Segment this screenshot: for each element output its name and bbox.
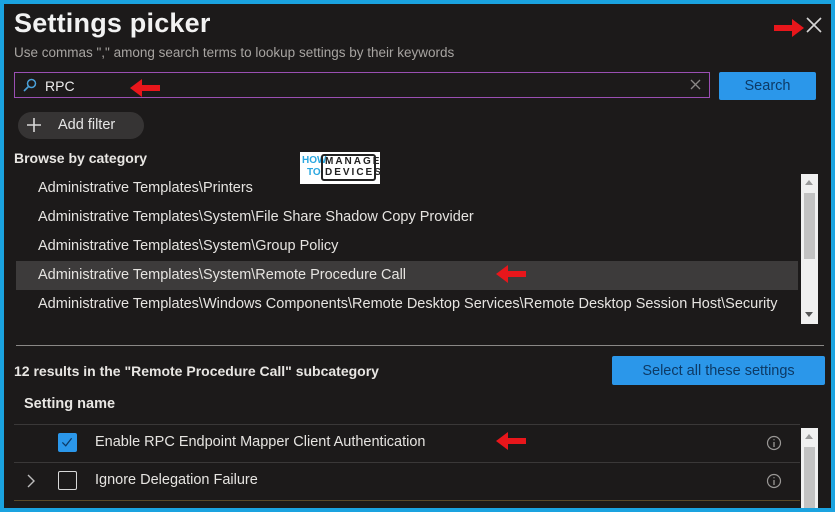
scroll-up-icon[interactable] <box>805 180 813 185</box>
clear-search-icon[interactable] <box>690 79 701 90</box>
scroll-down-icon[interactable] <box>805 312 813 317</box>
info-icon[interactable] <box>766 435 782 451</box>
plus-icon <box>27 118 41 132</box>
category-item[interactable]: Administrative Templates\System\File Sha… <box>16 203 798 232</box>
category-item[interactable]: Administrative Templates\System\Group Po… <box>16 232 798 261</box>
page-subtitle: Use commas "," among search terms to loo… <box>14 45 455 60</box>
add-filter-label: Add filter <box>58 117 116 133</box>
page-title: Settings picker <box>14 8 211 38</box>
search-button[interactable]: Search <box>719 72 816 100</box>
select-all-button[interactable]: Select all these settings <box>612 356 825 385</box>
annotation-arrow-left-icon <box>496 265 526 283</box>
scrollbar-thumb[interactable] <box>804 193 815 259</box>
column-header-setting-name[interactable]: Setting name <box>24 396 115 412</box>
browse-by-category-heading: Browse by category <box>14 150 148 166</box>
add-filter-button[interactable]: Add filter <box>18 112 144 139</box>
annotation-arrow-left-icon <box>130 79 160 97</box>
category-list: Administrative Templates\Printers Admini… <box>16 174 798 324</box>
info-icon[interactable] <box>766 473 782 489</box>
category-scrollbar[interactable] <box>801 174 818 324</box>
table-row[interactable]: Ignore Delegation Failure <box>14 462 800 500</box>
annotation-arrow-left-icon <box>496 432 526 450</box>
results-summary: 12 results in the "Remote Procedure Call… <box>14 363 379 379</box>
table-row[interactable]: Enable RPC Endpoint Mapper Client Authen… <box>14 424 800 462</box>
settings-picker-panel: Settings picker Use commas "," among sea… <box>4 4 831 508</box>
watermark-manage: MANAGE <box>325 156 382 167</box>
annotation-arrow-right-icon <box>774 19 804 37</box>
row-checkbox[interactable] <box>58 471 77 490</box>
scroll-up-icon[interactable] <box>805 434 813 439</box>
category-item[interactable]: Administrative Templates\Printers <box>16 174 798 203</box>
setting-name: Ignore Delegation Failure <box>95 472 258 488</box>
checkmark-icon <box>61 437 73 447</box>
search-icon <box>23 78 37 92</box>
table-row-partial[interactable] <box>14 500 800 508</box>
category-item-selected[interactable]: Administrative Templates\System\Remote P… <box>16 261 798 290</box>
row-checkbox-checked[interactable] <box>58 433 77 452</box>
search-field[interactable] <box>14 72 710 98</box>
scrollbar-thumb[interactable] <box>804 447 815 508</box>
results-scrollbar[interactable] <box>801 428 818 508</box>
settings-table: Enable RPC Endpoint Mapper Client Authen… <box>14 424 800 508</box>
category-item[interactable]: Administrative Templates\Windows Compone… <box>16 290 798 319</box>
chevron-right-icon[interactable] <box>26 474 36 488</box>
section-divider <box>16 345 824 346</box>
setting-name: Enable RPC Endpoint Mapper Client Authen… <box>95 434 426 450</box>
close-icon[interactable] <box>805 16 823 34</box>
